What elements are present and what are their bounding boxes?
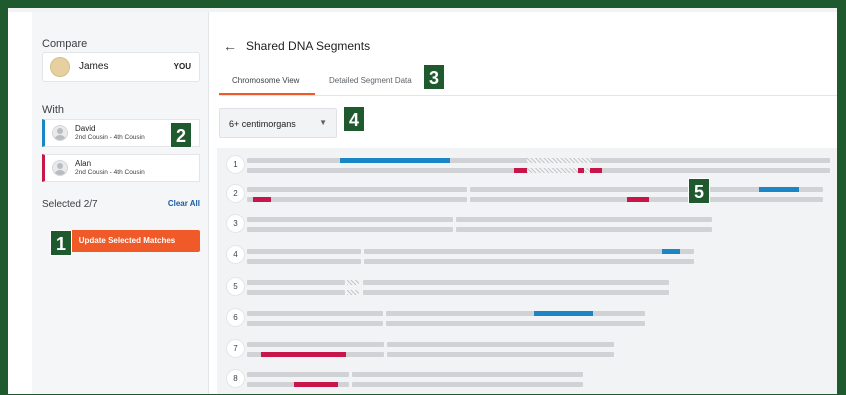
chromosome-number: 2: [227, 185, 244, 202]
match-name: Alan: [75, 159, 92, 168]
chromosome-number: 8: [227, 370, 244, 387]
chromosome-track-alan: [247, 259, 361, 264]
with-label: With: [42, 104, 64, 116]
chromosome-track-alan: [247, 290, 345, 295]
person-icon: [52, 160, 68, 176]
arrow-left-icon[interactable]: ←: [223, 39, 237, 53]
tab-chromosome-view[interactable]: Chromosome View: [232, 76, 299, 85]
dropdown-value: 6+ centimorgans: [229, 119, 296, 129]
callout-badge: 2: [170, 122, 192, 148]
chromosome-track-david: [247, 342, 384, 347]
shared-segment-alan[interactable]: [590, 168, 602, 173]
chromosome-number: 1: [227, 156, 244, 173]
chromosome-track-david: [247, 372, 349, 377]
chromosome-track-alan: [247, 321, 383, 326]
centimorgan-filter-dropdown[interactable]: 6+ centimorgans ▼: [219, 108, 337, 138]
chromosome-track-alan: [363, 290, 669, 295]
you-badge: YOU: [173, 62, 191, 71]
compare-label: Compare: [42, 38, 88, 50]
chromosome-track-david: [364, 249, 694, 254]
tabs-divider: [219, 95, 837, 96]
you-card: James YOU: [42, 52, 200, 82]
update-selected-matches-button[interactable]: Update Selected Matches: [54, 230, 200, 252]
shared-segment-alan[interactable]: [627, 197, 649, 202]
callout-badge: 5: [688, 178, 710, 204]
match-relationship: 2nd Cousin - 4th Cousin: [75, 134, 145, 141]
avatar: [50, 57, 70, 77]
chromosome-track-david: [247, 311, 383, 316]
chromosome-track-alan: [386, 321, 645, 326]
chromosome-track-alan: [364, 259, 694, 264]
chromosome-track-david: [247, 187, 467, 192]
callout-badge: 4: [343, 106, 365, 132]
chromosome-track-david: [387, 342, 614, 347]
unmapped-region: [347, 290, 359, 295]
match-card-alan[interactable]: Alan 2nd Cousin - 4th Cousin: [42, 154, 200, 182]
tab-detailed-segment-data[interactable]: Detailed Segment Data: [329, 76, 412, 85]
page-title: Shared DNA Segments: [246, 39, 371, 53]
main-content: ← Shared DNA Segments Chromosome View De…: [209, 12, 837, 394]
chromosome-track-david: [352, 372, 583, 377]
shared-segment-david[interactable]: [534, 311, 593, 316]
caret-down-icon: ▼: [319, 118, 327, 127]
chromosome-number: 3: [227, 215, 244, 232]
left-panel: Compare James YOU With David 2nd Cousin …: [32, 12, 209, 394]
callout-badge: 1: [50, 230, 72, 256]
match-name: David: [75, 124, 96, 133]
chromosome-track-alan: [387, 352, 614, 357]
callout-badge: 3: [423, 64, 445, 90]
match-relationship: 2nd Cousin - 4th Cousin: [75, 169, 145, 176]
unmapped-region: [347, 280, 359, 285]
person-icon: [52, 125, 68, 141]
chromosome-number: 4: [227, 246, 244, 263]
chromosome-track-alan: [352, 382, 583, 387]
chromosome-track-david: [386, 311, 645, 316]
shared-segment-alan[interactable]: [294, 382, 338, 387]
shared-segment-alan[interactable]: [261, 352, 346, 357]
chromosome-number: 7: [227, 340, 244, 357]
shared-segment-alan[interactable]: [253, 197, 271, 202]
chromosome-number: 6: [227, 309, 244, 326]
chromosome-track-alan: [247, 197, 467, 202]
chromosome-number: 5: [227, 278, 244, 295]
chromosome-track-david: [456, 217, 712, 222]
chromosome-track-alan: [247, 227, 453, 232]
chromosome-browser: 1 2 3 4 5 6 7 8: [217, 148, 837, 394]
you-name: James: [79, 61, 109, 72]
shared-segment-david[interactable]: [340, 158, 450, 163]
shared-segment-alan[interactable]: [578, 168, 584, 173]
chromosome-track-david: [363, 280, 669, 285]
chromosome-track-david: [247, 249, 361, 254]
shared-segment-david[interactable]: [759, 187, 799, 192]
chromosome-track-david: [247, 217, 453, 222]
shared-segment-david[interactable]: [662, 249, 680, 254]
shared-segment-alan[interactable]: [514, 168, 527, 173]
unmapped-region: [527, 158, 592, 163]
selected-count: Selected 2/7: [42, 199, 98, 210]
clear-all-button[interactable]: Clear All: [168, 199, 200, 208]
app-window: Compare James YOU With David 2nd Cousin …: [8, 8, 837, 394]
chromosome-track-david: [247, 280, 345, 285]
chromosome-track-alan: [456, 227, 712, 232]
